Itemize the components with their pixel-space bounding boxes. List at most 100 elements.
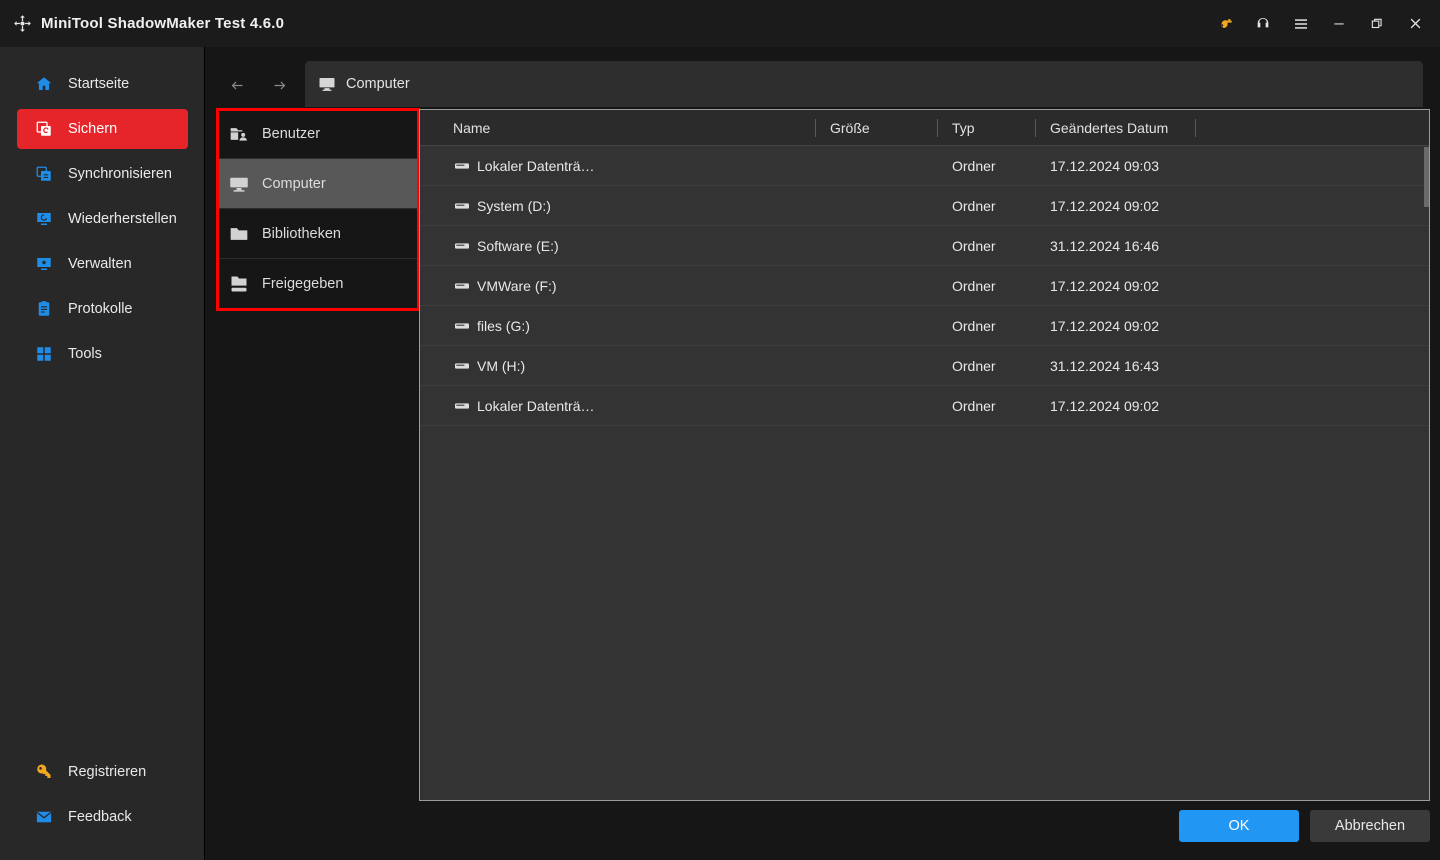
source-tree-panel: Benutzer Computer Bibliotheken Freigegeb… [216,109,420,801]
cell-name-label: System (D:) [477,198,551,214]
table-row[interactable]: VMWare (F:) Ordner 17.12.2024 09:02 [420,266,1429,306]
vertical-scrollbar[interactable] [1424,147,1429,207]
drive-icon [453,158,470,175]
tree-item-computer[interactable]: Computer [216,159,419,209]
minimize-icon[interactable] [1320,0,1358,47]
sidebar-item-wiederherstellen[interactable]: Wiederherstellen [17,199,188,239]
tree-item-freigegeben[interactable]: Freigegeben [216,259,419,309]
cell-name-label: VMWare (F:) [477,278,557,294]
monitor-icon [228,173,250,195]
cell-modified: 17.12.2024 09:02 [1050,198,1159,214]
cell-name: VM (H:) [453,346,525,386]
column-separator[interactable] [815,119,816,137]
column-separator[interactable] [937,119,938,137]
sidebar-item-label: Tools [68,346,102,362]
sidebar-item-label: Feedback [68,809,132,825]
file-list-panel: Name Größe Typ Geändertes Datum Lokaler … [419,109,1430,801]
key-icon [34,762,54,782]
table-row[interactable]: VM (H:) Ordner 31.12.2024 16:43 [420,346,1429,386]
column-separator[interactable] [1195,119,1196,137]
cell-type: Ordner [952,158,996,174]
cell-type: Ordner [952,238,996,254]
sidebar-item-label: Sichern [68,121,118,137]
file-list-rows: Lokaler Datenträ… Ordner 17.12.2024 09:0… [420,146,1429,426]
breadcrumb[interactable]: Computer [305,61,1423,107]
tree-item-benutzer[interactable]: Benutzer [216,109,419,159]
cell-modified: 31.12.2024 16:46 [1050,238,1159,254]
menu-icon[interactable] [1282,0,1320,47]
cell-type: Ordner [952,398,996,414]
cell-name-label: VM (H:) [477,358,526,374]
sidebar-item-label: Synchronisieren [68,166,172,182]
shared-folder-icon [228,273,250,295]
sidebar-nav: Startseite Sichern Synchronisieren Wiede… [0,64,205,379]
cell-name: Lokaler Datenträ… [453,386,595,426]
sidebar-item-label: Wiederherstellen [68,211,177,227]
manage-icon [34,254,54,274]
cell-name: Lokaler Datenträ… [453,146,595,186]
cell-modified: 31.12.2024 16:43 [1050,358,1159,374]
sidebar-item-label: Verwalten [68,256,132,272]
maximize-icon[interactable] [1358,0,1396,47]
column-separator[interactable] [1035,119,1036,137]
drive-icon [453,398,470,415]
users-folder-icon [228,123,250,145]
tree-item-label: Computer [262,175,326,192]
table-row[interactable]: System (D:) Ordner 17.12.2024 09:02 [420,186,1429,226]
sidebar-item-startseite[interactable]: Startseite [17,64,188,104]
sidebar-item-tools[interactable]: Tools [17,334,188,374]
cell-name: VMWare (F:) [453,266,557,306]
restore-icon [34,209,54,229]
cell-name: Software (E:) [453,226,559,266]
column-header-groesse[interactable]: Größe [830,110,870,146]
address-bar: Computer [206,61,1440,109]
table-row[interactable]: Software (E:) Ordner 31.12.2024 16:46 [420,226,1429,266]
key-icon[interactable] [1206,0,1244,47]
column-header-name[interactable]: Name [453,110,490,146]
cell-modified: 17.12.2024 09:02 [1050,398,1159,414]
drive-icon [453,198,470,215]
sidebar-item-label: Protokolle [68,301,133,317]
browse-dialog: Computer Benutzer Computer Bibliotheken … [206,47,1440,860]
sidebar-item-sichern[interactable]: Sichern [17,109,188,149]
tree-item-bibliotheken[interactable]: Bibliotheken [216,209,419,259]
sidebar-item-registrieren[interactable]: Registrieren [17,752,188,792]
column-header-datum[interactable]: Geändertes Datum [1050,110,1168,146]
title-bar: MiniTool ShadowMaker Test 4.6.0 [0,0,1440,47]
column-header-typ[interactable]: Typ [952,110,975,146]
logs-icon [34,299,54,319]
home-icon [34,74,54,94]
ok-button[interactable]: OK [1179,810,1299,842]
cell-type: Ordner [952,358,996,374]
table-row[interactable]: Lokaler Datenträ… Ordner 17.12.2024 09:0… [420,146,1429,186]
tree-item-label: Freigegeben [262,275,344,292]
cell-modified: 17.12.2024 09:02 [1050,278,1159,294]
folder-icon [228,223,250,245]
cell-type: Ordner [952,318,996,334]
window-title: MiniTool ShadowMaker Test 4.6.0 [41,15,285,32]
drive-icon [453,278,470,295]
backup-icon [34,119,54,139]
cell-type: Ordner [952,198,996,214]
drive-icon [453,238,470,255]
cell-name-label: Software (E:) [477,238,559,254]
arrow-right-icon[interactable] [265,71,293,99]
table-row[interactable]: files (G:) Ordner 17.12.2024 09:02 [420,306,1429,346]
sidebar-item-synchronisieren[interactable]: Synchronisieren [17,154,188,194]
cell-name-label: Lokaler Datenträ… [477,158,595,174]
sidebar-item-verwalten[interactable]: Verwalten [17,244,188,284]
cancel-button[interactable]: Abbrechen [1310,810,1430,842]
drive-icon [453,358,470,375]
close-icon[interactable] [1396,0,1434,47]
headset-icon[interactable] [1244,0,1282,47]
file-list-header: Name Größe Typ Geändertes Datum [420,110,1429,146]
tools-icon [34,344,54,364]
window-controls [1206,0,1440,47]
sidebar-bottom-nav: Registrieren Feedback [0,752,205,842]
sync-icon [34,164,54,184]
sidebar-item-feedback[interactable]: Feedback [17,797,188,837]
table-row[interactable]: Lokaler Datenträ… Ordner 17.12.2024 09:0… [420,386,1429,426]
arrow-left-icon[interactable] [223,71,251,99]
drive-icon [453,318,470,335]
sidebar-item-protokolle[interactable]: Protokolle [17,289,188,329]
